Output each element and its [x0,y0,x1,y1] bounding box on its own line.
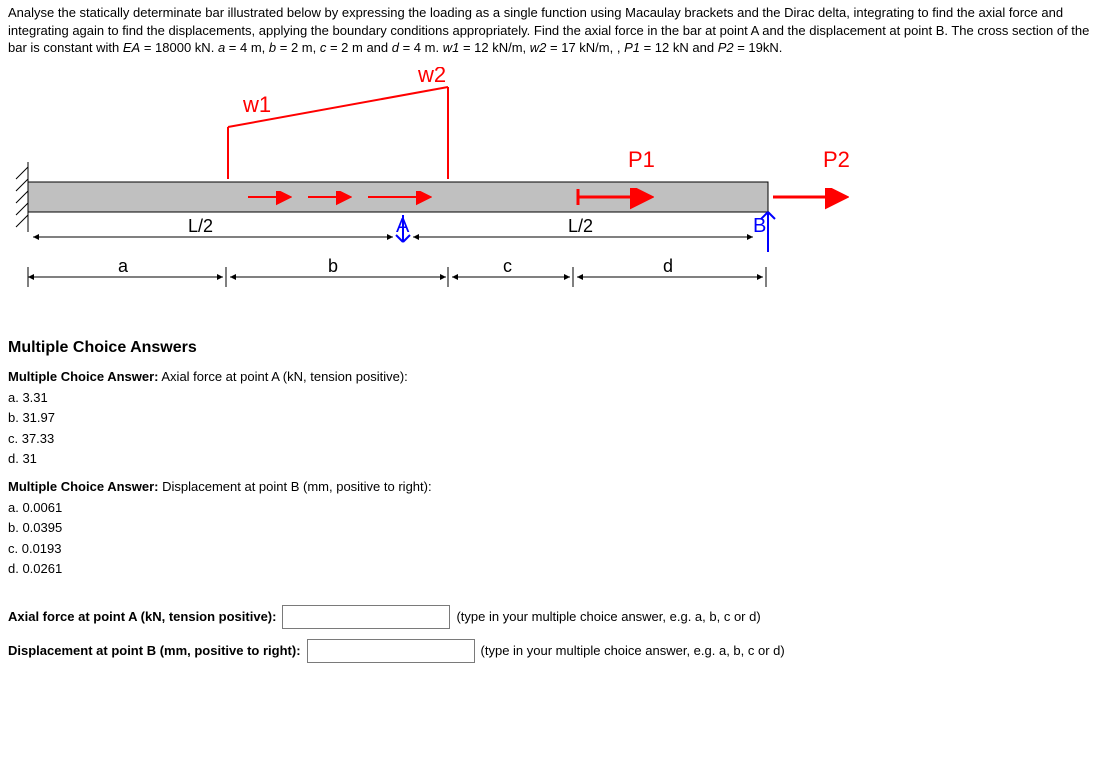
mc-q1-opt-d: d. 31 [8,450,1099,468]
label-c-dim: c [503,256,512,276]
fixed-support-icon [16,162,28,232]
label-p2: P2 [823,147,850,172]
label-w2: w2 [417,67,446,87]
mc-q1-opt-a: a. 3.31 [8,389,1099,407]
label-lhalf-2: L/2 [568,216,593,236]
dim-c [452,267,573,287]
label-p1: P1 [628,147,655,172]
mc-q2-opt-a: a. 0.0061 [8,499,1099,517]
bar-diagram: w1 w2 P1 P2 A B L/2 L/2 [8,67,928,317]
problem-statement: Analyse the statically determinate bar i… [8,4,1099,57]
label-lhalf-1: L/2 [188,216,213,236]
mc-q2-opt-d: d. 0.0261 [8,560,1099,578]
mc-q1-opt-c: c. 37.33 [8,430,1099,448]
label-a-point: A [396,215,410,237]
mc-q1-prompt: Multiple Choice Answer: Axial force at p… [8,368,1099,386]
answer2-label: Displacement at point B (mm, positive to… [8,642,301,660]
answer2-hint: (type in your multiple choice answer, e.… [481,642,785,660]
label-d-dim: d [663,256,673,276]
mc-heading: Multiple Choice Answers [8,337,1099,359]
dim-b [230,267,448,287]
answer1-label: Axial force at point A (kN, tension posi… [8,608,276,626]
mc-q1-opt-b: b. 31.97 [8,409,1099,427]
mc-q2-prompt: Multiple Choice Answer: Displacement at … [8,478,1099,496]
mc-q2-opt-b: b. 0.0395 [8,519,1099,537]
label-w1: w1 [242,92,271,117]
answer1-input[interactable] [282,605,450,629]
label-b-point: B [753,215,766,237]
answer2-input[interactable] [307,639,475,663]
answer1-hint: (type in your multiple choice answer, e.… [456,608,760,626]
label-a-dim: a [118,256,129,276]
label-b-dim: b [328,256,338,276]
mc-q2-opt-c: c. 0.0193 [8,540,1099,558]
